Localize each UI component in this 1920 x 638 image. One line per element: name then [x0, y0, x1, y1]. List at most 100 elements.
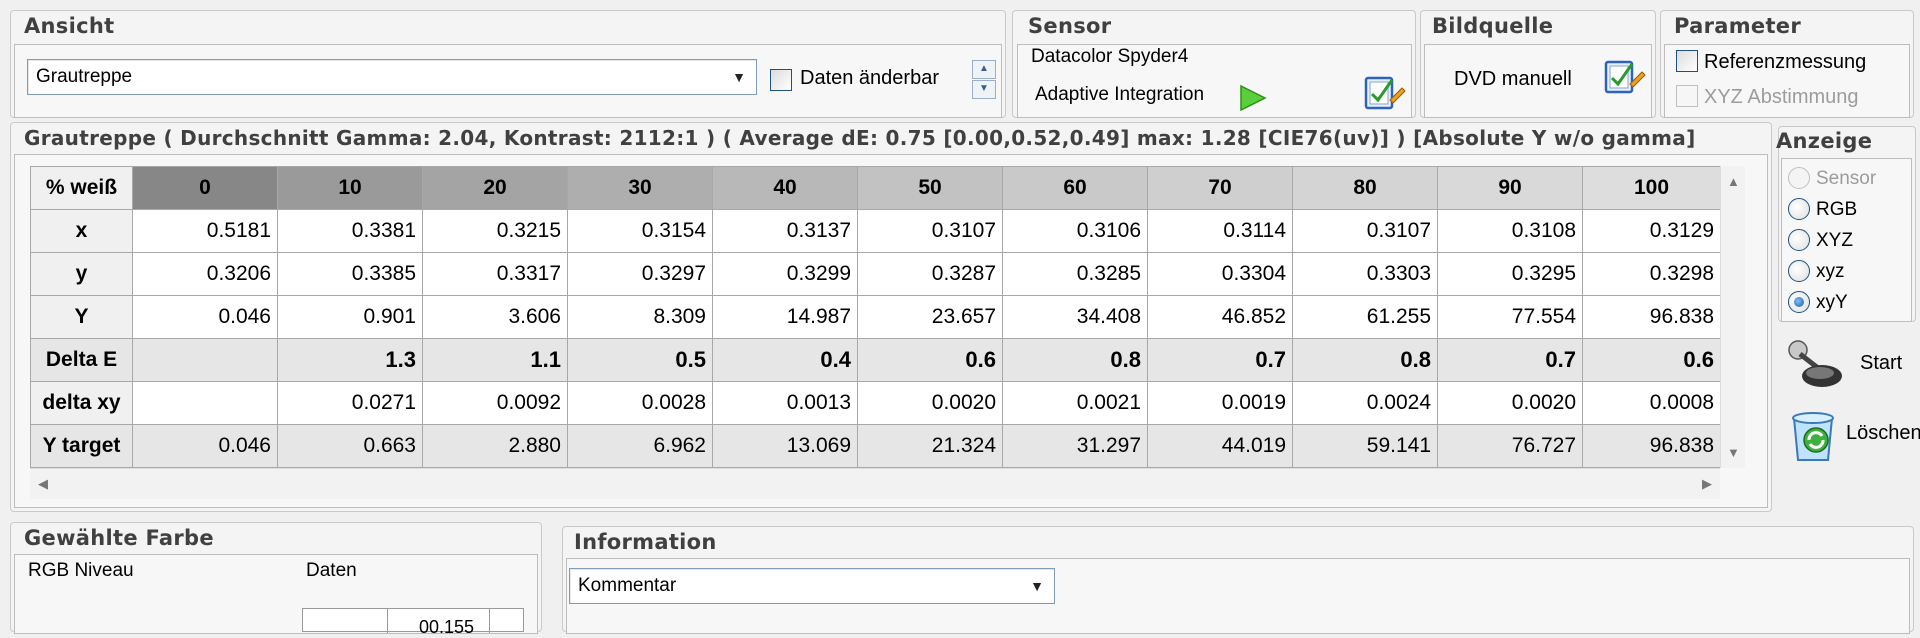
column-header[interactable]: 100 — [1582, 166, 1721, 210]
table-cell[interactable]: 0.5181 — [132, 209, 278, 253]
table-cell[interactable]: 0.3304 — [1147, 252, 1293, 296]
table-cell[interactable]: 0.3299 — [712, 252, 858, 296]
table-cell[interactable]: 0.6 — [1582, 338, 1721, 382]
column-header[interactable]: 0 — [132, 166, 278, 210]
table-cell[interactable]: 46.852 — [1147, 295, 1293, 339]
table-cell[interactable]: 0.3154 — [567, 209, 713, 253]
view-mode-select[interactable]: Grautreppe ▼ — [27, 59, 757, 95]
table-cell[interactable]: 0.0008 — [1582, 381, 1721, 425]
play-icon[interactable] — [1238, 84, 1268, 117]
table-cell[interactable]: 77.554 — [1437, 295, 1583, 339]
column-header[interactable]: 80 — [1292, 166, 1438, 210]
reference-checkbox[interactable] — [1676, 50, 1698, 72]
column-header[interactable]: 10 — [277, 166, 423, 210]
column-header[interactable]: 50 — [857, 166, 1003, 210]
display-radio-xyz[interactable] — [1788, 260, 1810, 282]
table-cell[interactable]: 1.1 — [422, 338, 568, 382]
table-cell[interactable]: 76.727 — [1437, 424, 1583, 468]
table-cell[interactable]: 0.3107 — [857, 209, 1003, 253]
column-header[interactable]: 40 — [712, 166, 858, 210]
information-select[interactable]: Kommentar ▼ — [569, 568, 1055, 604]
display-radio-rgb[interactable] — [1788, 198, 1810, 220]
row-header[interactable]: Y target — [30, 424, 133, 468]
row-header[interactable]: x — [30, 209, 133, 253]
table-cell[interactable]: 0.3295 — [1437, 252, 1583, 296]
sensor-config-icon[interactable] — [1362, 70, 1406, 119]
table-cell[interactable]: 0.7 — [1147, 338, 1293, 382]
delete-label[interactable]: Löschen — [1846, 422, 1920, 445]
column-header[interactable]: 70 — [1147, 166, 1293, 210]
table-cell[interactable]: 0.3114 — [1147, 209, 1293, 253]
table-vertical-scrollbar[interactable]: ▲ ▼ — [1720, 166, 1745, 468]
table-cell[interactable]: 0.3303 — [1292, 252, 1438, 296]
table-cell[interactable]: 0.4 — [712, 338, 858, 382]
table-cell[interactable]: 59.141 — [1292, 424, 1438, 468]
table-cell[interactable]: 0.3297 — [567, 252, 713, 296]
spin-down-icon[interactable]: ▼ — [972, 80, 996, 99]
table-cell[interactable]: 96.838 — [1582, 424, 1721, 468]
joystick-icon[interactable] — [1784, 336, 1846, 397]
display-radio-xyz[interactable] — [1788, 229, 1810, 251]
table-cell[interactable]: 13.069 — [712, 424, 858, 468]
table-cell[interactable]: 6.962 — [567, 424, 713, 468]
table-cell[interactable]: 0.0092 — [422, 381, 568, 425]
table-cell[interactable]: 0.3381 — [277, 209, 423, 253]
display-radio-xyy[interactable] — [1788, 291, 1810, 313]
column-header[interactable]: 30 — [567, 166, 713, 210]
table-cell[interactable]: 34.408 — [1002, 295, 1148, 339]
table-cell[interactable]: 0.3385 — [277, 252, 423, 296]
spin-up-icon[interactable]: ▲ — [972, 60, 996, 79]
table-cell[interactable]: 0.3106 — [1002, 209, 1148, 253]
source-config-icon[interactable] — [1602, 56, 1646, 105]
table-cell[interactable]: 2.880 — [422, 424, 568, 468]
table-cell[interactable]: 14.987 — [712, 295, 858, 339]
scroll-left-icon[interactable]: ◀ — [38, 476, 48, 492]
row-header[interactable]: delta xy — [30, 381, 133, 425]
row-header[interactable]: Delta E — [30, 338, 133, 382]
column-header[interactable]: 60 — [1002, 166, 1148, 210]
table-horizontal-scrollbar[interactable]: ◀ ▶ — [30, 468, 1720, 499]
table-cell[interactable]: 0.0024 — [1292, 381, 1438, 425]
table-cell[interactable]: 0.3206 — [132, 252, 278, 296]
table-cell[interactable]: 0.3137 — [712, 209, 858, 253]
column-header[interactable]: 20 — [422, 166, 568, 210]
display-radio-sensor[interactable] — [1788, 167, 1810, 189]
table-cell[interactable]: 0.8 — [1292, 338, 1438, 382]
table-cell[interactable]: 0.0013 — [712, 381, 858, 425]
table-cell[interactable]: 0.3285 — [1002, 252, 1148, 296]
table-cell[interactable]: 0.663 — [277, 424, 423, 468]
table-corner-header[interactable]: % weiß — [30, 166, 133, 210]
table-cell[interactable] — [132, 381, 278, 425]
table-cell[interactable]: 0.7 — [1437, 338, 1583, 382]
row-header[interactable]: y — [30, 252, 133, 296]
row-header[interactable]: Y — [30, 295, 133, 339]
table-cell[interactable]: 31.297 — [1002, 424, 1148, 468]
table-cell[interactable]: 8.309 — [567, 295, 713, 339]
table-cell[interactable]: 0.901 — [277, 295, 423, 339]
table-cell[interactable] — [132, 338, 278, 382]
table-cell[interactable]: 0.3108 — [1437, 209, 1583, 253]
scroll-down-icon[interactable]: ▼ — [1727, 445, 1740, 460]
table-cell[interactable]: 44.019 — [1147, 424, 1293, 468]
table-cell[interactable]: 0.3298 — [1582, 252, 1721, 296]
table-cell[interactable]: 61.255 — [1292, 295, 1438, 339]
data-editable-checkbox[interactable] — [770, 69, 792, 91]
table-cell[interactable]: 0.0021 — [1002, 381, 1148, 425]
table-cell[interactable]: 0.0028 — [567, 381, 713, 425]
table-cell[interactable]: 0.0019 — [1147, 381, 1293, 425]
table-cell[interactable]: 0.3129 — [1582, 209, 1721, 253]
table-cell[interactable]: 0.0271 — [277, 381, 423, 425]
chevron-down-icon[interactable]: ▼ — [732, 69, 746, 85]
table-cell[interactable]: 0.0020 — [857, 381, 1003, 425]
trash-icon[interactable] — [1786, 404, 1840, 469]
table-cell[interactable]: 0.8 — [1002, 338, 1148, 382]
table-cell[interactable]: 0.3317 — [422, 252, 568, 296]
table-cell[interactable]: 3.606 — [422, 295, 568, 339]
table-cell[interactable]: 0.0020 — [1437, 381, 1583, 425]
table-cell[interactable]: 0.046 — [132, 295, 278, 339]
column-header[interactable]: 90 — [1437, 166, 1583, 210]
table-cell[interactable]: 96.838 — [1582, 295, 1721, 339]
start-label[interactable]: Start — [1860, 352, 1902, 375]
xyz-match-checkbox[interactable] — [1676, 85, 1698, 107]
table-cell[interactable]: 1.3 — [277, 338, 423, 382]
